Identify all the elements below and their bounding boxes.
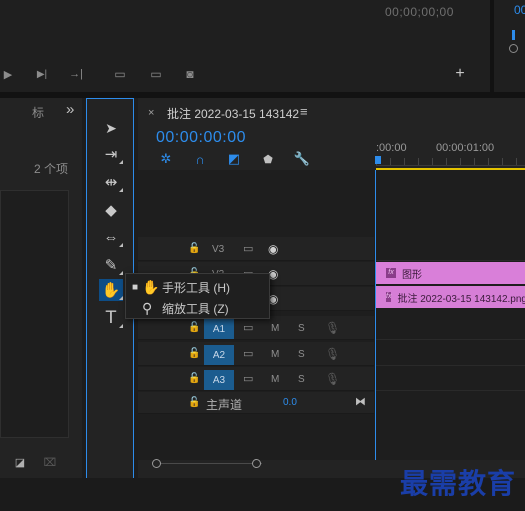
master-volume-value[interactable]: 0.0 xyxy=(283,397,297,408)
track-header-a3: 🔓 A3 ▭ M S 🎙 xyxy=(138,367,374,391)
track-lane-a1[interactable] xyxy=(376,316,525,340)
zoom-tool-menu-item[interactable]: ⚲ 缩放工具 (Z) xyxy=(132,298,229,318)
microphone-icon[interactable]: 🎙 xyxy=(325,321,340,335)
linked-selection-icon[interactable]: ◩ xyxy=(226,151,242,167)
meter-handle[interactable] xyxy=(509,44,518,53)
fx-badge: fx xyxy=(386,292,392,302)
sync-lock-icon[interactable]: ▭ xyxy=(243,242,253,255)
lock-icon[interactable]: 🔓 xyxy=(188,348,200,359)
hand-tool-icon[interactable]: ✋ xyxy=(99,279,123,301)
panel-menu-icon[interactable]: ≡ xyxy=(300,104,308,119)
master-track-header: 🔓 主声道 0.0 ⧓ xyxy=(138,392,374,414)
zoom-scroll-right-handle[interactable] xyxy=(252,459,261,468)
hand-tool-menu-item[interactable]: ■ ✋ 手形工具 (H) xyxy=(132,277,230,297)
export-frame-icon[interactable]: ◙ xyxy=(180,66,200,82)
lock-icon[interactable]: 🔓 xyxy=(188,373,200,384)
track-target-a1[interactable]: A1 xyxy=(204,319,234,339)
insert-icon[interactable]: ▭ xyxy=(110,66,130,82)
settings-wrench-icon[interactable]: 🔧 xyxy=(294,151,310,167)
type-tool-icon[interactable]: T xyxy=(99,307,123,329)
play-icon[interactable]: ▶ xyxy=(0,66,16,82)
mute-button[interactable]: M xyxy=(271,374,279,385)
tool-flyout-menu: ■ ✋ 手形工具 (H) ⚲ 缩放工具 (Z) xyxy=(125,273,270,319)
sync-lock-icon[interactable]: ▭ xyxy=(243,347,253,360)
track-lane-a3[interactable] xyxy=(376,367,525,391)
close-tab-icon[interactable]: × xyxy=(148,107,154,119)
step-forward-icon[interactable]: ▶| xyxy=(34,66,50,82)
sync-lock-icon[interactable]: ▭ xyxy=(243,372,253,385)
track-header-v3: 🔓 V3 ▭ ◉ xyxy=(138,237,374,261)
overwrite-icon[interactable]: ▭ xyxy=(146,66,166,82)
snap-icon[interactable]: ∩ xyxy=(192,151,208,167)
mute-button[interactable]: M xyxy=(271,349,279,360)
hand-icon: ✋ xyxy=(142,278,160,295)
track-target-a2[interactable]: A2 xyxy=(204,345,234,365)
add-button-icon[interactable]: + xyxy=(452,65,468,82)
pen-tool-icon[interactable]: ✎ xyxy=(99,254,123,276)
clip-name: 批注 2022-03-15 143142.png xyxy=(397,293,525,305)
sync-lock-icon[interactable]: ▭ xyxy=(243,321,253,334)
track-name: V3 xyxy=(212,244,225,255)
slip-tool-icon[interactable]: ⇔ xyxy=(99,226,123,248)
ruler-label-0: :00:00 xyxy=(376,142,407,154)
item-count: 2 个项 xyxy=(34,162,69,176)
mute-button[interactable]: M xyxy=(271,323,279,334)
zoom-icon: ⚲ xyxy=(142,299,153,316)
eye-icon[interactable]: ◉ xyxy=(268,242,278,256)
ruler-label-1: 00:00:01:00 xyxy=(436,142,495,154)
watermark-logo: 最需教育 xyxy=(400,467,517,500)
razor-tool-icon[interactable]: ◆ xyxy=(99,199,123,221)
meter-marker[interactable] xyxy=(512,30,515,40)
menu-item-label: 手形工具 (H) xyxy=(162,280,230,295)
lock-icon[interactable]: 🔓 xyxy=(188,322,200,333)
zoom-scroll-left-handle[interactable] xyxy=(152,459,161,468)
track-header-a1: 🔓 A1 ▭ M S 🎙 xyxy=(138,316,374,340)
track-header-a2: 🔓 A2 ▭ M S 🎙 xyxy=(138,342,374,366)
program-monitor: 00;00;00;00 ▶ ▶| →| ▭ ▭ ◙ + xyxy=(0,0,490,92)
clip-image[interactable]: fx 批注 2022-03-15 143142.png xyxy=(376,286,525,308)
go-to-out-icon[interactable]: →| xyxy=(68,66,84,82)
end-marker-icon: ⧓ xyxy=(355,396,366,408)
menu-item-label: 缩放工具 (Z) xyxy=(162,301,229,316)
solo-button[interactable]: S xyxy=(298,374,305,385)
selection-tool-icon[interactable]: ➤ xyxy=(99,117,123,139)
playhead-handle[interactable] xyxy=(375,156,381,164)
solo-button[interactable]: S xyxy=(298,323,305,334)
new-item-icon[interactable]: ◪ xyxy=(14,456,26,469)
playhead-line[interactable] xyxy=(375,170,376,460)
time-ruler[interactable] xyxy=(376,158,525,166)
master-track-label: 主声道 xyxy=(206,398,243,412)
add-marker-icon[interactable]: ⬟ xyxy=(260,151,276,167)
track-target-a3[interactable]: A3 xyxy=(204,370,234,390)
expand-chevron-icon[interactable]: » xyxy=(66,101,74,118)
zoom-scroll-track[interactable] xyxy=(152,463,262,464)
ripple-edit-tool-icon[interactable]: ⇹ xyxy=(99,171,123,193)
project-list-area xyxy=(0,190,69,438)
lock-icon[interactable]: 🔓 xyxy=(188,397,200,408)
project-tab-label[interactable]: 标 xyxy=(32,104,44,121)
sequence-tab-title[interactable]: 批注 2022-03-15 143142 xyxy=(167,105,299,122)
playhead-timecode[interactable]: 00:00:00:00 xyxy=(156,129,246,147)
clip-name: 图形 xyxy=(402,269,422,281)
fx-badge: fx xyxy=(386,268,396,278)
nest-icon[interactable]: ✲ xyxy=(158,151,174,167)
microphone-icon[interactable]: 🎙 xyxy=(325,372,340,386)
clip-graphic[interactable]: fx 图形 xyxy=(376,262,525,284)
selected-bullet: ■ xyxy=(132,281,139,293)
lock-icon[interactable]: 🔓 xyxy=(188,243,200,254)
track-lane-v3[interactable] xyxy=(376,237,525,261)
microphone-icon[interactable]: 🎙 xyxy=(325,347,340,361)
trash-icon[interactable]: ⌧ xyxy=(44,456,57,469)
solo-button[interactable]: S xyxy=(298,349,305,360)
monitor-timecode: 00;00;00;00 xyxy=(385,5,454,19)
track-select-tool-icon[interactable]: ⇥ xyxy=(99,143,123,165)
audio-meter-panel: 00 xyxy=(494,0,525,92)
meter-timecode: 00 xyxy=(514,3,525,17)
track-lane-a2[interactable] xyxy=(376,342,525,366)
